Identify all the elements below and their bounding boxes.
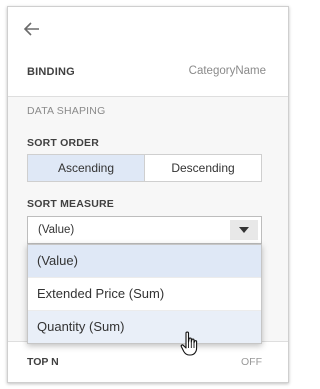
panel-header [8, 7, 288, 51]
sort-measure-dropdown: (Value) Extended Price (Sum) Quantity (S… [27, 244, 262, 344]
back-arrow-icon[interactable] [22, 19, 42, 39]
binding-row[interactable]: BINDING CategoryName [8, 50, 288, 97]
sort-measure-value: (Value) [38, 224, 75, 236]
caret-down-icon[interactable] [230, 220, 258, 240]
hand-pointer-icon [180, 331, 198, 356]
top-n-label: TOP N [27, 356, 59, 368]
dropdown-option-extended-price[interactable]: Extended Price (Sum) [28, 278, 261, 311]
data-shaping-title: DATA SHAPING [27, 105, 106, 117]
dropdown-option-value[interactable]: (Value) [28, 245, 261, 278]
top-n-row[interactable]: TOP N OFF [8, 341, 288, 382]
sort-ascending-button[interactable]: Ascending [28, 155, 144, 181]
binding-label: BINDING [27, 66, 75, 78]
sort-measure-select[interactable]: (Value) [27, 216, 262, 244]
sort-descending-button[interactable]: Descending [144, 155, 261, 181]
binding-value: CategoryName [188, 65, 266, 77]
sort-order-toggle: Ascending Descending [27, 154, 262, 182]
sort-order-label: SORT ORDER [27, 137, 100, 149]
sort-measure-label: SORT MEASURE [27, 198, 114, 210]
top-n-value: OFF [241, 356, 262, 368]
dropdown-option-quantity[interactable]: Quantity (Sum) [28, 311, 261, 343]
